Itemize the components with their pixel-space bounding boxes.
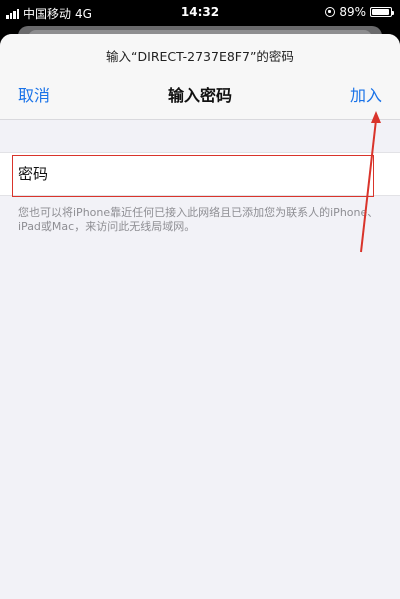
- password-sheet: 输入“DIRECT-2737E8F7”的密码 取消 输入密码 加入 您也可以将i…: [0, 34, 400, 599]
- nav-bar: 取消 输入密码 加入: [0, 80, 400, 106]
- network-prompt: 输入“DIRECT-2737E8F7”的密码: [106, 49, 294, 64]
- lock-rotation-icon: [325, 7, 336, 17]
- status-bar: 中国移动 4G 14:32 89%: [0, 0, 400, 26]
- password-input[interactable]: [18, 162, 378, 186]
- join-button[interactable]: 加入: [350, 82, 382, 106]
- battery-icon: [370, 7, 394, 17]
- nav-title: 输入密码: [167, 86, 232, 105]
- status-right: 89%: [325, 5, 394, 19]
- password-row: [0, 152, 400, 196]
- sheet-header: 输入“DIRECT-2737E8F7”的密码 取消 输入密码 加入: [0, 34, 400, 120]
- battery-percent: 89%: [339, 5, 366, 19]
- hint-text: 您也可以将iPhone靠近任何已接入此网络且已添加您为联系人的iPhone、iP…: [18, 206, 379, 233]
